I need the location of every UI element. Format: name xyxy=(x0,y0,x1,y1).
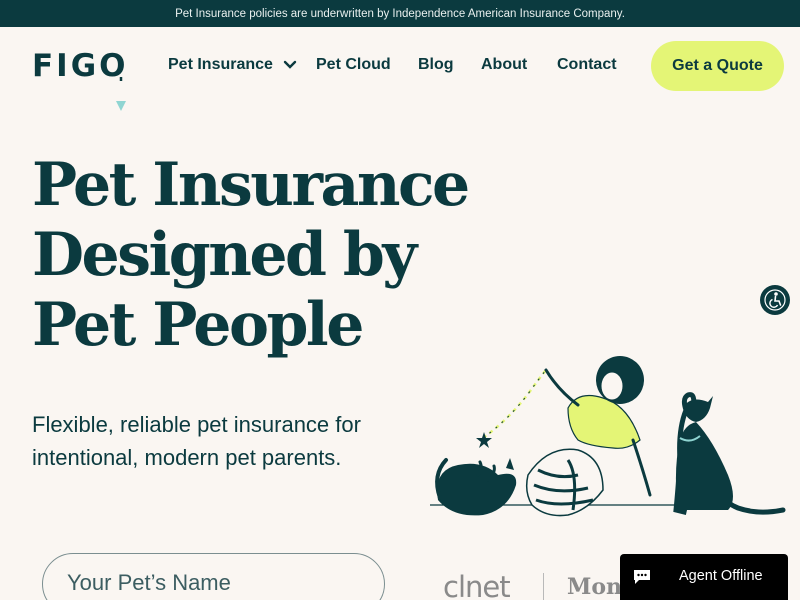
figo-logo[interactable]: FIGO xyxy=(32,49,136,111)
cnet-press-logo: clnet xyxy=(443,570,511,600)
nav-pet-insurance[interactable]: Pet Insurance xyxy=(168,55,297,75)
money-press-logo: Mon xyxy=(567,574,623,600)
pet-name-input[interactable] xyxy=(67,570,367,596)
nav-pet-cloud[interactable]: Pet Cloud xyxy=(316,55,391,75)
hero-headline: Pet Insurance Designed by Pet People xyxy=(32,150,470,360)
headline-line-3: Pet People xyxy=(32,290,364,360)
nav-contact[interactable]: Contact xyxy=(557,55,617,75)
chevron-down-icon xyxy=(284,60,297,69)
nav-blog[interactable]: Blog xyxy=(418,55,454,75)
nav-about[interactable]: About xyxy=(481,55,527,75)
site-header: FIGO Pet Insurance Pet Cloud Blog About … xyxy=(0,27,800,111)
press-divider xyxy=(543,573,544,600)
figo-tag-icon xyxy=(116,77,126,111)
chat-status: Agent Offline xyxy=(679,568,763,584)
get-a-quote-button[interactable]: Get a Quote xyxy=(651,41,784,91)
hero-illustration xyxy=(430,356,786,517)
chat-widget[interactable]: Agent Offline xyxy=(620,554,788,600)
announcement-text: Pet Insurance policies are underwritten … xyxy=(175,7,625,20)
nav-pet-insurance-label: Pet Insurance xyxy=(168,56,273,73)
pet-name-field[interactable] xyxy=(42,553,385,600)
announcement-bar: Pet Insurance policies are underwritten … xyxy=(0,0,800,27)
accessibility-button[interactable] xyxy=(760,285,790,315)
hero-subhead: Flexible, reliable pet insurance for int… xyxy=(32,412,361,470)
headline-line-2: Designed by xyxy=(32,220,417,290)
chat-bubble-icon xyxy=(634,570,650,584)
accessibility-icon xyxy=(764,289,786,311)
headline-line-1: Pet Insurance xyxy=(32,150,470,220)
